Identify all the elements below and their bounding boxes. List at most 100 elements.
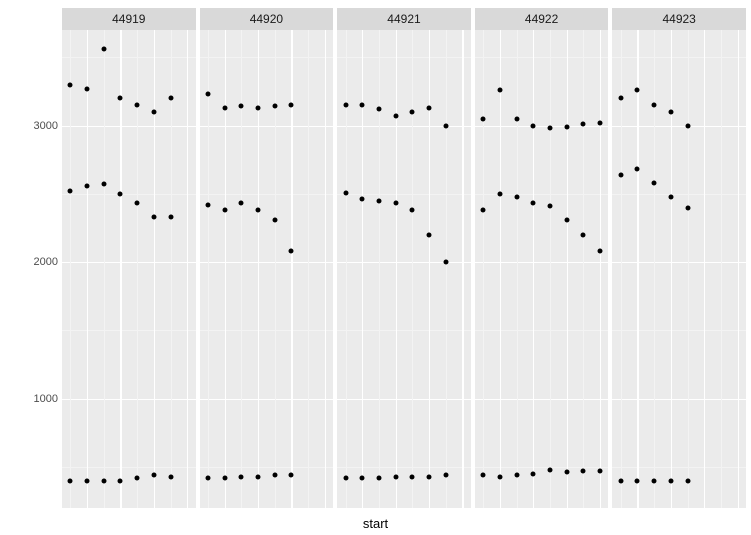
data-point (547, 126, 552, 131)
data-point (68, 82, 73, 87)
data-point (289, 473, 294, 478)
data-point (135, 475, 140, 480)
data-point (256, 474, 261, 479)
data-point (168, 215, 173, 220)
facet-panel: 449202468 (200, 8, 334, 508)
data-point (564, 124, 569, 129)
data-point (101, 478, 106, 483)
facet-strip-label: 44923 (612, 8, 746, 30)
y-tick-label: 1000 (26, 393, 58, 405)
data-point (68, 478, 73, 483)
data-point (668, 194, 673, 199)
data-point (376, 198, 381, 203)
data-point (635, 478, 640, 483)
data-point (531, 201, 536, 206)
data-point (68, 189, 73, 194)
data-point (393, 114, 398, 119)
data-point (598, 249, 603, 254)
data-point (531, 471, 536, 476)
data-point (652, 478, 657, 483)
data-point (151, 215, 156, 220)
data-point (343, 475, 348, 480)
data-point (272, 104, 277, 109)
data-point (410, 474, 415, 479)
data-point (635, 167, 640, 172)
data-point (410, 109, 415, 114)
data-point (239, 474, 244, 479)
data-point (514, 194, 519, 199)
facet-panel: 449192468 (62, 8, 196, 508)
facet-panel: 449222468 (475, 8, 609, 508)
data-point (222, 105, 227, 110)
data-point (514, 116, 519, 121)
data-point (118, 96, 123, 101)
data-point (376, 475, 381, 480)
plot-area: 2468 (62, 30, 196, 508)
data-point (685, 123, 690, 128)
data-point (135, 201, 140, 206)
data-point (151, 473, 156, 478)
data-point (427, 105, 432, 110)
data-point (618, 96, 623, 101)
facet-strip-label: 44922 (475, 8, 609, 30)
data-point (272, 473, 277, 478)
data-point (151, 109, 156, 114)
data-point (564, 217, 569, 222)
data-point (497, 191, 502, 196)
data-point (443, 123, 448, 128)
data-point (514, 473, 519, 478)
data-point (393, 201, 398, 206)
data-point (564, 470, 569, 475)
data-point (85, 478, 90, 483)
y-tick-label: 3000 (26, 120, 58, 132)
data-point (443, 473, 448, 478)
data-point (685, 205, 690, 210)
data-point (581, 469, 586, 474)
facet-panel: 449232468 (612, 8, 746, 508)
data-point (652, 103, 657, 108)
plot-area: 2468 (200, 30, 334, 508)
data-point (222, 208, 227, 213)
data-point (376, 107, 381, 112)
data-point (289, 103, 294, 108)
data-point (481, 473, 486, 478)
data-point (618, 478, 623, 483)
facet-strip-label: 44921 (337, 8, 471, 30)
data-point (118, 191, 123, 196)
data-point (239, 104, 244, 109)
data-point (168, 474, 173, 479)
data-point (410, 208, 415, 213)
data-point (272, 217, 277, 222)
data-point (85, 86, 90, 91)
data-point (443, 260, 448, 265)
data-point (598, 120, 603, 125)
data-point (581, 122, 586, 127)
data-point (668, 478, 673, 483)
data-point (85, 183, 90, 188)
data-point (239, 201, 244, 206)
y-tick-label: 2000 (26, 256, 58, 268)
data-point (531, 123, 536, 128)
facet-panels: 4491924684492024684492124684492224684492… (62, 8, 746, 508)
data-point (652, 180, 657, 185)
data-point (118, 478, 123, 483)
data-point (205, 475, 210, 480)
data-point (205, 92, 210, 97)
chart-container: Frekvens för F1, F2 och F3 (Hz) start 10… (0, 0, 751, 535)
data-point (168, 96, 173, 101)
data-point (547, 467, 552, 472)
facet-panel: 449212468 (337, 8, 471, 508)
data-point (101, 182, 106, 187)
data-point (360, 103, 365, 108)
data-point (222, 475, 227, 480)
data-point (497, 474, 502, 479)
data-point (685, 478, 690, 483)
data-point (289, 249, 294, 254)
data-point (360, 475, 365, 480)
plot-area: 2468 (475, 30, 609, 508)
facet-strip-label: 44919 (62, 8, 196, 30)
data-point (618, 172, 623, 177)
data-point (360, 197, 365, 202)
data-point (547, 204, 552, 209)
data-point (101, 47, 106, 52)
